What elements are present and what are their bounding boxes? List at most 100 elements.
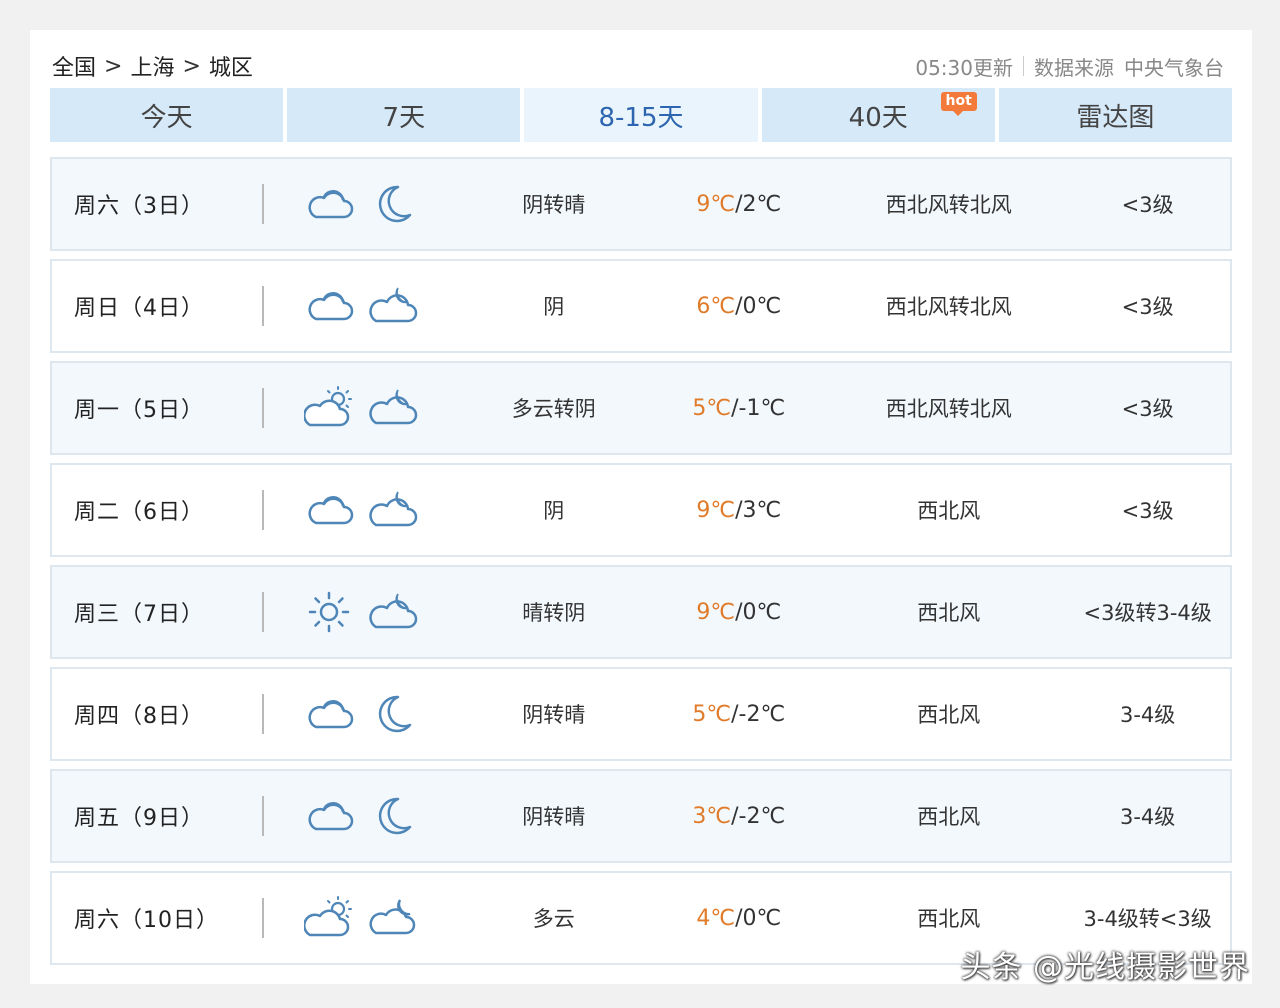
moon-icon [378, 797, 412, 835]
low-temp: /-2℃ [731, 701, 786, 727]
weather-icons [270, 487, 452, 533]
forecast-row: 周三（7日） 晴转阴 9℃/0℃ 西北风 <3级转3-4级 [50, 565, 1232, 659]
row-divider [261, 388, 264, 428]
cloudy-icon [308, 292, 354, 321]
low-temp: /-2℃ [731, 803, 786, 829]
temperature: 9℃/2℃ [655, 192, 822, 217]
top-bar: 全国 > 上海 > 城区 05:30更新 数据来源 中央气象台 [52, 50, 1224, 82]
high-temp: 9℃ [696, 599, 736, 625]
tab-radar[interactable]: 雷达图 [998, 88, 1233, 142]
wind-direction: 西北风 [917, 907, 981, 931]
row-divider [261, 694, 264, 734]
forecast-row: 周一（5日） 多云转阴 5℃/-1℃ 西北风转北风 <3级 [50, 361, 1232, 455]
tab-today[interactable]: 今天 [50, 88, 284, 142]
temperature: 9℃/3℃ [655, 498, 822, 523]
day-label: 周四（8日） [74, 704, 204, 729]
condition-text: 阴转晴 [522, 703, 586, 727]
wind-direction: 西北风转北风 [885, 397, 1012, 421]
wind-level: <3级 [1121, 397, 1174, 421]
wind-level: <3级 [1121, 295, 1174, 319]
low-temp: /0℃ [735, 293, 782, 319]
row-divider [261, 592, 264, 632]
row-divider [261, 286, 264, 326]
breadcrumb-separator: > [104, 53, 123, 79]
weather-icons [270, 589, 452, 635]
condition-text: 阴转晴 [522, 193, 586, 217]
forecast-row: 周二（6日） 阴 9℃/3℃ 西北风 <3级 [50, 463, 1232, 557]
moon-icon [378, 695, 412, 733]
tab-label: 今天 [140, 102, 193, 133]
condition-text: 阴转晴 [522, 805, 586, 829]
cloudy-icon [308, 496, 354, 525]
wind-direction: 西北风 [917, 499, 981, 523]
temperature: 5℃/-1℃ [655, 396, 822, 421]
tab-label: 7天 [382, 102, 426, 133]
forecast-row: 周四（8日） 阴转晴 5℃/-2℃ 西北风 3-4级 [50, 667, 1232, 761]
tab-label: 40天 [848, 102, 908, 133]
night-cloudy-icon [369, 593, 418, 629]
wind-level: 3-4级转<3级 [1083, 907, 1212, 931]
breadcrumb-country[interactable]: 全国 [52, 50, 96, 82]
forecast-row: 周五（9日） 阴转晴 3℃/-2℃ 西北风 3-4级 [50, 769, 1232, 863]
row-divider [261, 796, 264, 836]
breadcrumb-city[interactable]: 上海 [130, 50, 174, 82]
low-temp: /0℃ [735, 599, 782, 625]
source-label: 数据来源 [1034, 55, 1114, 80]
condition-text: 多云 [532, 907, 575, 931]
high-temp: 9℃ [696, 191, 736, 217]
tab-label: 8-15天 [598, 102, 684, 133]
tab-7-days[interactable]: 7天 [287, 88, 521, 142]
night-cloudy-icon [369, 389, 418, 425]
breadcrumb-district: 城区 [208, 56, 253, 81]
temperature: 3℃/-2℃ [655, 804, 822, 829]
watermark: 头条 @光线摄影世界 [960, 950, 1250, 985]
cloudy-icon [308, 700, 354, 729]
day-label: 周一（5日） [74, 398, 204, 423]
update-meta: 05:30更新 数据来源 中央气象台 [915, 52, 1224, 81]
forecast-row: 周六（3日） 阴转晴 9℃/2℃ 西北风转北风 <3级 [50, 157, 1232, 251]
breadcrumb-separator: > [182, 53, 201, 79]
high-temp: 5℃ [692, 395, 732, 421]
moon-icon [378, 185, 412, 223]
low-temp: /2℃ [735, 191, 782, 217]
high-temp: 5℃ [692, 701, 732, 727]
day-label: 周六（10日） [74, 908, 219, 933]
forecast-row: 周日（4日） 阴 6℃/0℃ 西北风转北风 <3级 [50, 259, 1232, 353]
temperature: 4℃/0℃ [655, 906, 822, 931]
weather-icons [270, 793, 452, 839]
day-label: 周三（7日） [74, 602, 204, 627]
temperature: 9℃/0℃ [655, 600, 822, 625]
cloudy-icon [308, 190, 354, 219]
temperature: 6℃/0℃ [655, 294, 822, 319]
wind-level: 3-4级 [1119, 703, 1176, 727]
condition-text: 晴转阴 [522, 601, 586, 625]
row-divider [261, 184, 264, 224]
high-temp: 3℃ [692, 803, 732, 829]
weather-icons [270, 181, 452, 227]
condition-text: 阴 [543, 499, 565, 523]
temperature: 5℃/-2℃ [655, 702, 822, 727]
partly-cloudy-icon [303, 896, 352, 937]
wind-direction: 西北风 [917, 805, 981, 829]
tab-40-days[interactable]: 40天 hot [761, 88, 995, 142]
row-divider [261, 898, 264, 938]
night-partly-cloudy-icon [369, 899, 416, 935]
weather-icons [270, 283, 452, 329]
weather-icons [270, 385, 452, 431]
tab-label: 雷达图 [1076, 102, 1155, 133]
weather-card: 全国 > 上海 > 城区 05:30更新 数据来源 中央气象台 今天 7天 8-… [30, 30, 1252, 984]
wind-level: <3级转3-4级 [1083, 601, 1212, 625]
partly-cloudy-icon [303, 386, 352, 427]
high-temp: 6℃ [696, 293, 736, 319]
tab-8-15-days[interactable]: 8-15天 [524, 88, 758, 142]
night-cloudy-icon [369, 287, 418, 323]
update-time: 05:30更新 [915, 55, 1013, 80]
low-temp: /3℃ [735, 497, 782, 523]
low-temp: /0℃ [735, 905, 782, 931]
weather-icons [270, 895, 452, 941]
condition-text: 多云转阴 [511, 397, 596, 421]
night-cloudy-icon [369, 491, 418, 527]
meta-divider [1023, 56, 1024, 76]
weather-icons [270, 691, 452, 737]
breadcrumb: 全国 > 上海 > 城区 [52, 50, 253, 82]
